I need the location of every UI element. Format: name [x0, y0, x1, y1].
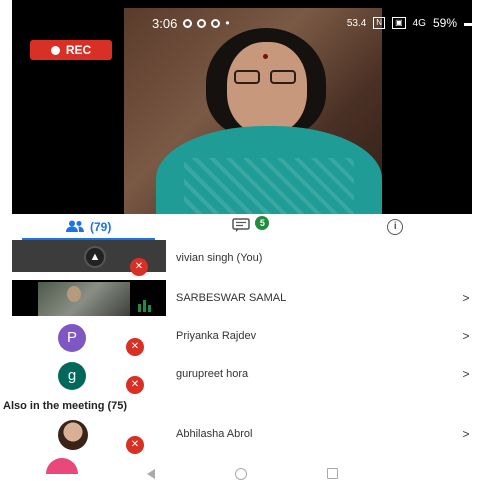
- mic-off-icon: ✕: [126, 436, 144, 454]
- tab-people[interactable]: (79): [12, 214, 165, 240]
- chat-icon: [232, 217, 252, 237]
- avatar: [58, 420, 88, 450]
- rec-dot-icon: [50, 45, 60, 55]
- participant-row-self[interactable]: ▲ ✕ vivian singh (You): [12, 240, 472, 276]
- main-video-area[interactable]: 3:06 • 53.4 N ▣ 4G 59% ▬ REC: [12, 0, 472, 214]
- mic-off-icon: ✕: [130, 258, 148, 276]
- network-speed: 53.4: [346, 17, 367, 29]
- avatar: P: [58, 324, 86, 352]
- nfc-icon: N: [373, 17, 386, 29]
- tab-chat[interactable]: 5: [165, 214, 318, 240]
- call-icon: [211, 18, 221, 28]
- participant-face: [67, 286, 81, 302]
- avatar: g: [58, 362, 86, 390]
- chevron-right-icon[interactable]: >: [460, 318, 472, 354]
- chevron-right-icon[interactable]: >: [460, 280, 472, 316]
- battery-level: 59%: [432, 16, 457, 30]
- status-right: 53.4 N ▣ 4G 59% ▬: [347, 16, 472, 30]
- whatsapp-icon: [197, 18, 207, 28]
- battery-icon: ▬: [464, 17, 472, 29]
- sim-icon: ▣: [392, 17, 406, 29]
- tab-info[interactable]: i: [319, 214, 472, 240]
- info-icon: i: [387, 219, 404, 235]
- participant-row[interactable]: SARBESWAR SAMAL >: [12, 280, 472, 316]
- participant-video: [38, 282, 130, 316]
- meet-screen: 3:06 • 53.4 N ▣ 4G 59% ▬ REC (79) 5 i ▲ …: [0, 0, 483, 481]
- mic-off-icon: ✕: [126, 338, 144, 356]
- participant-name: Priyanka Rajdev: [176, 330, 257, 342]
- recent-apps-icon[interactable]: [326, 468, 338, 479]
- recording-indicator[interactable]: REC: [30, 40, 112, 60]
- status-time: 3:06: [152, 15, 178, 31]
- speaker-bindi: [263, 54, 268, 59]
- participant-row[interactable]: g ✕ gurupreet hora >: [12, 356, 472, 394]
- chat-unread-badge: 5: [255, 216, 270, 230]
- android-nav-bar: [12, 466, 472, 481]
- rec-label: REC: [65, 43, 92, 57]
- more-dot-icon: •: [225, 16, 230, 30]
- status-app-icons: •: [183, 16, 230, 30]
- back-icon[interactable]: [146, 468, 155, 479]
- status-bar: 3:06 • 53.4 N ▣ 4G 59% ▬: [136, 14, 472, 32]
- participant-name: gurupreet hora: [176, 368, 249, 380]
- participant-name: vivian singh (You): [176, 252, 263, 264]
- speaker-body-pattern: [184, 158, 354, 214]
- people-icon: [65, 220, 84, 235]
- participant-name: Abhilasha Abrol: [176, 428, 253, 440]
- participant-name: SARBESWAR SAMAL: [176, 292, 287, 304]
- participant-list: ▲ ✕ vivian singh (You) SARBESWAR SAMAL >…: [12, 240, 472, 394]
- self-video-off-icon: ▲: [84, 246, 106, 268]
- speaker-video[interactable]: [124, 8, 382, 214]
- signal-label: 4G: [412, 17, 426, 29]
- participant-video-thumb: [12, 280, 166, 316]
- speaker-glasses: [234, 70, 300, 84]
- mic-off-icon: ✕: [126, 376, 144, 394]
- participant-row[interactable]: ✕ Abhilasha Abrol >: [12, 416, 472, 454]
- meeting-tabs: (79) 5 i: [12, 214, 472, 240]
- participant-row[interactable]: P ✕ Priyanka Rajdev >: [12, 318, 472, 356]
- people-count: (79): [89, 220, 112, 234]
- chevron-right-icon[interactable]: >: [460, 356, 472, 392]
- app-notification-icon: [183, 18, 193, 28]
- home-icon[interactable]: [234, 467, 247, 480]
- also-in-meeting-heading: Also in the meeting (75): [3, 400, 128, 412]
- chevron-right-icon[interactable]: >: [460, 416, 472, 452]
- speaking-indicator-icon: [138, 300, 151, 312]
